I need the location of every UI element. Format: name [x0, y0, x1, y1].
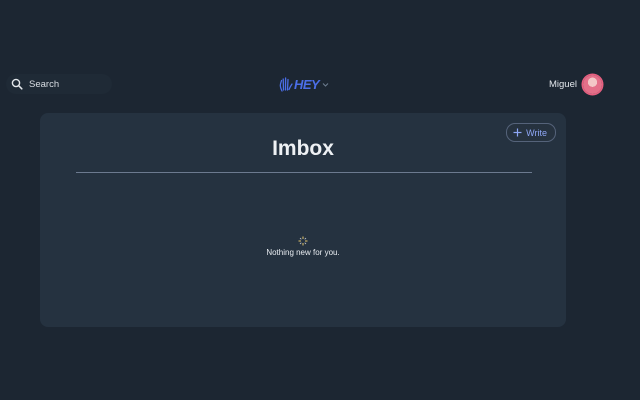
avatar — [583, 74, 602, 94]
search-button[interactable]: Search — [6, 74, 112, 94]
logo-text: HEY — [294, 76, 320, 92]
imbox-card: Write Imbox Nothing new for you. — [40, 113, 566, 327]
user-menu[interactable]: Miguel — [549, 74, 602, 94]
search-label: Search — [29, 78, 60, 90]
hey-logo-menu[interactable]: HEY — [279, 74, 329, 94]
sparkle-icon — [298, 236, 308, 246]
search-icon — [11, 78, 23, 90]
user-name: Miguel — [549, 78, 577, 90]
chevron-down-icon — [322, 81, 329, 88]
empty-state-message: Nothing new for you. — [266, 248, 340, 257]
write-label: Write — [526, 127, 547, 138]
app-window: Search HEY Miguel Write Imbox Nothing ne… — [0, 0, 640, 400]
page-title: Imbox — [272, 137, 334, 160]
title-divider — [76, 172, 532, 173]
plus-icon — [513, 128, 522, 137]
hand-logo-icon — [279, 76, 293, 92]
